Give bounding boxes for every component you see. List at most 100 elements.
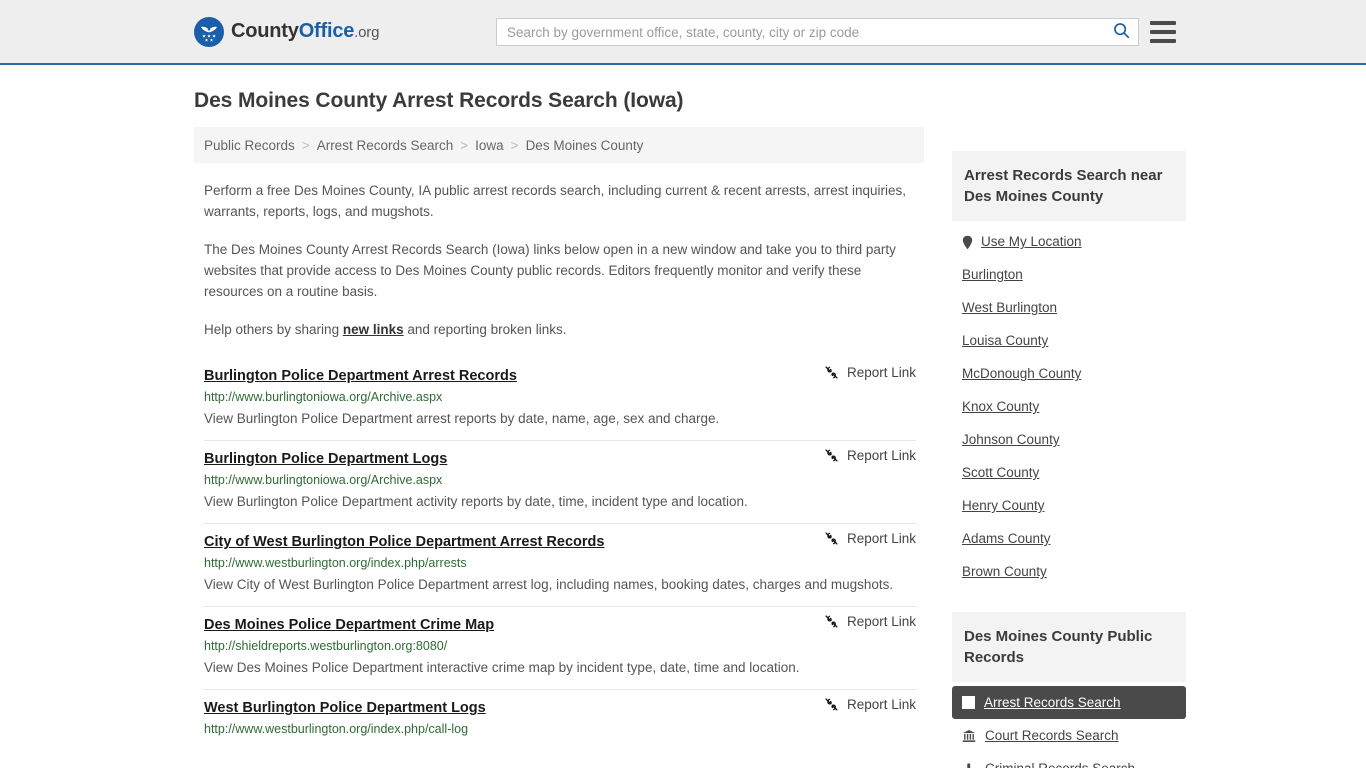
map-pin-icon (962, 235, 973, 249)
search-button[interactable] (1104, 19, 1138, 45)
breadcrumb-item-des-moines-county[interactable]: Des Moines County (526, 138, 644, 153)
sidebar-link-label: Scott County (962, 465, 1040, 480)
logo-text-county: County (231, 20, 299, 42)
sidebar-nearby-title: Arrest Records Search near Des Moines Co… (952, 151, 1186, 221)
result-title-link[interactable]: Burlington Police Department Arrest Reco… (204, 368, 517, 384)
sidebar-item-louisa-county[interactable]: Louisa County (952, 324, 1186, 357)
search-input[interactable] (497, 19, 1104, 45)
sidebar-link-label: Arrest Records Search (984, 695, 1121, 710)
result-header: Burlington Police Department Logs Report… (204, 448, 916, 467)
result-title-link[interactable]: City of West Burlington Police Departmen… (204, 534, 604, 550)
results-list: Burlington Police Department Arrest Reco… (194, 358, 924, 746)
white-square-icon (962, 696, 975, 709)
hamburger-menu-icon[interactable] (1150, 21, 1176, 43)
sidebar-item-scott-county[interactable]: Scott County (952, 456, 1186, 489)
report-link-button[interactable]: Report Link (808, 697, 916, 712)
result-title-link[interactable]: Burlington Police Department Logs (204, 451, 447, 467)
breadcrumb-item-public-records[interactable]: Public Records (204, 138, 295, 153)
result-item: West Burlington Police Department Logs R… (204, 690, 916, 746)
sidebar-link-label: Henry County (962, 498, 1045, 513)
eagle-seal-icon (194, 16, 224, 47)
sidebar-nearby-list: Use My Location Burlington West Burlingt… (952, 225, 1186, 588)
report-link-button[interactable]: Report Link (808, 614, 916, 629)
result-title-link[interactable]: Des Moines Police Department Crime Map (204, 617, 494, 633)
sidebar-item-henry-county[interactable]: Henry County (952, 489, 1186, 522)
logo-text-org: .org (354, 24, 380, 41)
sidebar-link-label: West Burlington (962, 300, 1058, 315)
sidebar-item-west-burlington[interactable]: West Burlington (952, 291, 1186, 324)
broken-link-icon (824, 365, 839, 380)
sidebar-item-use-my-location[interactable]: Use My Location (952, 225, 1186, 258)
report-link-label: Report Link (846, 697, 916, 712)
result-url[interactable]: http://www.westburlington.org/index.php/… (204, 722, 916, 736)
result-url[interactable]: http://www.westburlington.org/index.php/… (204, 556, 916, 570)
sidebar-link-label: Burlington (962, 267, 1023, 282)
search-bar[interactable] (496, 18, 1139, 46)
new-links-link[interactable]: new links (343, 322, 404, 337)
result-header: City of West Burlington Police Departmen… (204, 531, 916, 550)
fingerprint-icon (962, 762, 976, 768)
sidebar: Arrest Records Search near Des Moines Co… (952, 127, 1186, 768)
breadcrumb-item-iowa[interactable]: Iowa (475, 138, 504, 153)
sidebar-link-label: Adams County (962, 531, 1051, 546)
broken-link-icon (824, 697, 839, 712)
page-body: Des Moines County Arrest Records Search … (0, 89, 1366, 768)
sidebar-use-my-location-label: Use My Location (981, 234, 1082, 249)
result-header: Burlington Police Department Arrest Reco… (204, 365, 916, 384)
result-description: View Burlington Police Department arrest… (204, 411, 720, 426)
result-header: Des Moines Police Department Crime Map R… (204, 614, 916, 633)
result-item: City of West Burlington Police Departmen… (204, 524, 916, 607)
courthouse-icon (962, 729, 976, 743)
breadcrumb-separator: > (460, 137, 469, 153)
sidebar-item-brown-county[interactable]: Brown County (952, 555, 1186, 588)
sidebar-link-label: Court Records Search (985, 728, 1119, 743)
sidebar-link-label: Knox County (962, 399, 1040, 414)
sidebar-link-label: Brown County (962, 564, 1047, 579)
sidebar-item-arrest-records-search[interactable]: Arrest Records Search (952, 686, 1186, 719)
sidebar-item-adams-county[interactable]: Adams County (952, 522, 1186, 555)
result-description: View Des Moines Police Department intera… (204, 660, 800, 675)
sidebar-item-knox-county[interactable]: Knox County (952, 390, 1186, 423)
sidebar-link-label: McDonough County (962, 366, 1082, 381)
result-url[interactable]: http://www.burlingtoniowa.org/Archive.as… (204, 390, 916, 404)
report-link-button[interactable]: Report Link (808, 448, 916, 463)
result-url[interactable]: http://shieldreports.westburlington.org:… (204, 639, 916, 653)
result-description: View Burlington Police Department activi… (204, 494, 748, 509)
logo-wordmark: CountyOffice.org (231, 20, 379, 43)
sidebar-public-records-title: Des Moines County Public Records (952, 612, 1186, 682)
share-text-before: Help others by sharing (204, 322, 343, 337)
page-title: Des Moines County Arrest Records Search … (194, 89, 684, 112)
breadcrumb-separator: > (301, 137, 310, 153)
sidebar-link-label: Criminal Records Search (985, 761, 1135, 768)
breadcrumb: Public Records > Arrest Records Search >… (194, 127, 924, 163)
site-logo[interactable]: CountyOffice.org (194, 16, 379, 47)
sidebar-item-burlington[interactable]: Burlington (952, 258, 1186, 291)
sidebar-item-criminal-records-search[interactable]: Criminal Records Search (952, 752, 1186, 768)
report-link-button[interactable]: Report Link (808, 531, 916, 546)
broken-link-icon (824, 448, 839, 463)
result-url[interactable]: http://www.burlingtoniowa.org/Archive.as… (204, 473, 916, 487)
report-link-button[interactable]: Report Link (808, 365, 916, 380)
sidebar-link-label: Louisa County (962, 333, 1049, 348)
sidebar-item-court-records-search[interactable]: Court Records Search (952, 719, 1186, 752)
content-row: Public Records > Arrest Records Search >… (194, 127, 1186, 768)
intro-paragraph-3: Help others by sharing new links and rep… (194, 319, 924, 340)
report-link-label: Report Link (846, 448, 916, 463)
logo-text-office: Office (298, 20, 355, 42)
breadcrumb-item-arrest-records-search[interactable]: Arrest Records Search (317, 138, 454, 153)
broken-link-icon (824, 614, 839, 629)
sidebar-item-johnson-county[interactable]: Johnson County (952, 423, 1186, 456)
broken-link-icon (824, 531, 839, 546)
sidebar-link-label: Johnson County (962, 432, 1060, 447)
intro-paragraph-2: The Des Moines County Arrest Records Sea… (204, 242, 896, 299)
result-title-link[interactable]: West Burlington Police Department Logs (204, 700, 486, 716)
search-icon (1113, 22, 1130, 42)
result-item: Burlington Police Department Arrest Reco… (204, 358, 916, 441)
site-header: CountyOffice.org (0, 0, 1366, 65)
result-description: View City of West Burlington Police Depa… (204, 577, 894, 592)
sidebar-item-mcdonough-county[interactable]: McDonough County (952, 357, 1186, 390)
result-item: Burlington Police Department Logs Report… (204, 441, 916, 524)
sidebar-public-records-list: Arrest Records Search Court Records Sear… (952, 686, 1186, 768)
report-link-label: Report Link (846, 365, 916, 380)
breadcrumb-separator: > (510, 137, 519, 153)
